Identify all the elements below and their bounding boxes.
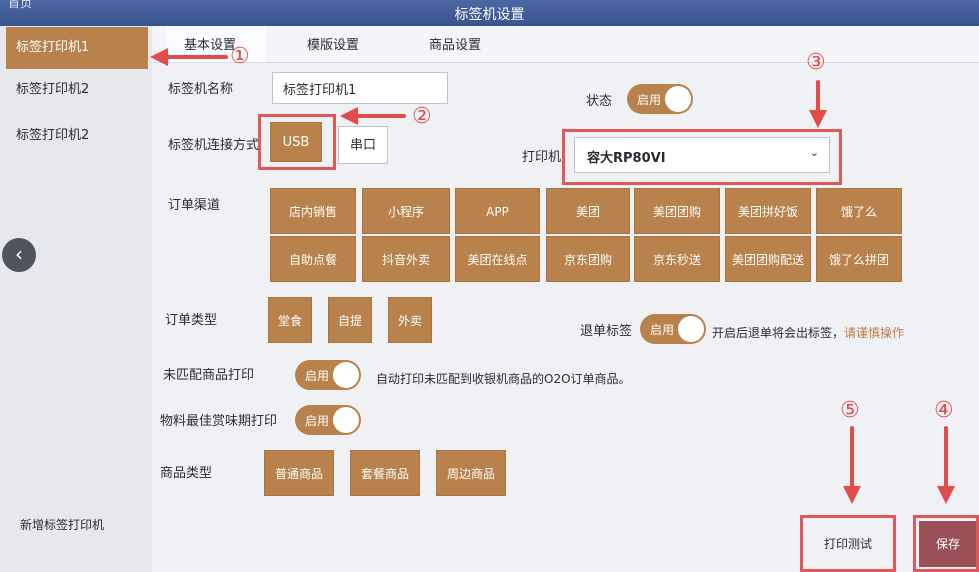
annotation-number-5: ⑤ <box>840 398 860 423</box>
arrow-3-head <box>809 110 827 128</box>
arrow-5-head <box>843 486 861 504</box>
arrow-4-head <box>937 486 955 504</box>
arrow-2-head <box>340 107 358 125</box>
arrow-1-head <box>150 48 168 66</box>
annotation-number-2: ② <box>412 104 432 129</box>
annotation-number-1: ① <box>230 44 250 69</box>
annotation-arrows <box>150 48 955 504</box>
annotation-number-3: ③ <box>806 50 826 75</box>
annotation-number-4: ④ <box>934 398 954 423</box>
